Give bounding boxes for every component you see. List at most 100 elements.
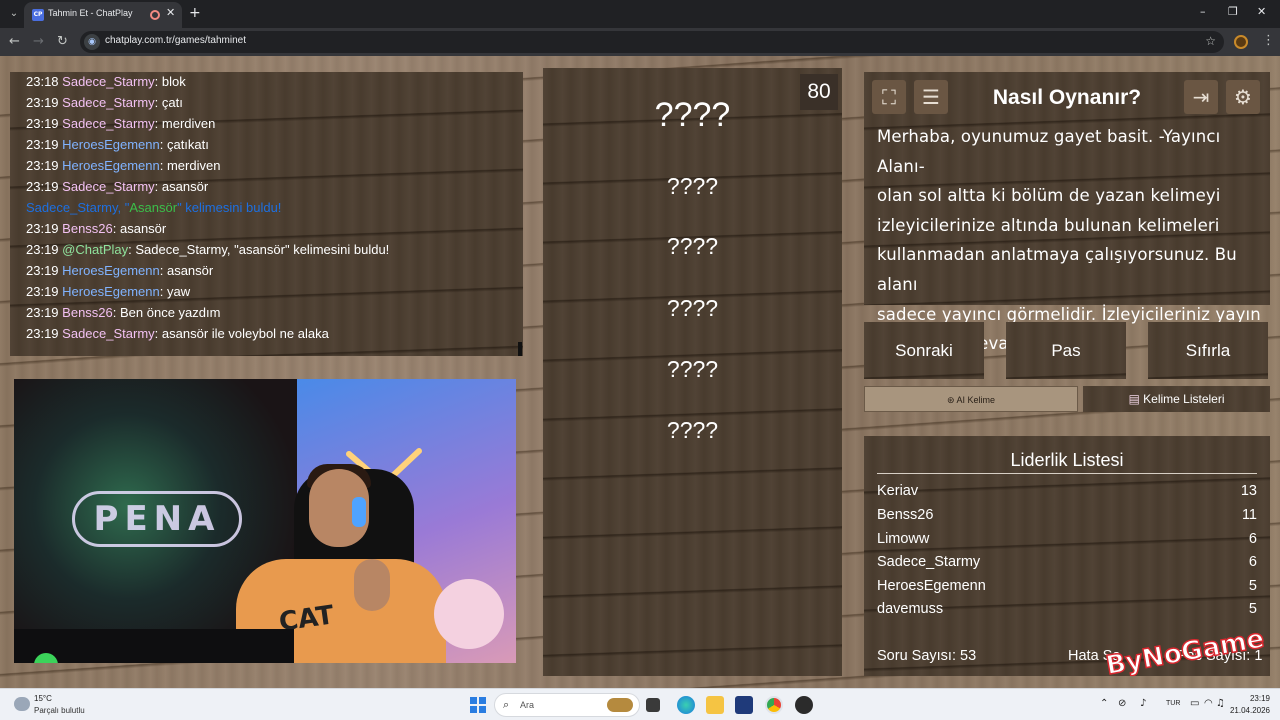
forward-icon[interactable]: → (33, 34, 44, 49)
message-text: : blok (154, 74, 186, 89)
url-text[interactable]: chatplay.com.tr/games/tahminet (105, 35, 246, 46)
system-message: Sadece_Starmy, "Asansör" kelimesini buld… (26, 200, 281, 215)
reset-button[interactable]: Sıfırla (1148, 322, 1268, 379)
bookmark-star-icon[interactable]: ☆ (1205, 34, 1216, 48)
search-placeholder: Ara (520, 700, 535, 710)
divider (877, 473, 1257, 474)
message-username[interactable]: Sadece_Starmy (62, 74, 155, 89)
message-username[interactable]: Sadece_Starmy (62, 95, 155, 110)
next-button[interactable]: Sonraki (864, 322, 984, 379)
chat-message: 23:19 HeroesEgemenn: merdiven (26, 158, 220, 173)
message-text: : Sadece_Starmy, "asansör" kelimesini bu… (128, 242, 390, 257)
player-score: 5 (1248, 578, 1257, 594)
system-message-prefix: Sadece_Starmy, " (26, 200, 130, 215)
message-text: : Ben önce yazdım (112, 305, 221, 320)
help-line: olan sol altta ki bölüm de yazan kelimey… (877, 186, 1221, 206)
chat-message: 23:19 HeroesEgemenn: asansör (26, 263, 213, 278)
exit-icon[interactable]: ⇥ (1184, 80, 1218, 114)
site-info-icon[interactable]: ◉ (84, 34, 100, 50)
message-username[interactable]: HeroesEgemenn (62, 137, 160, 152)
search-highlight-image (607, 698, 633, 712)
weather-temperature[interactable]: 15°C (34, 694, 52, 703)
player-score: 6 (1248, 531, 1257, 547)
chat-message: 23:19 Benss26: Ben önce yazdım (26, 305, 220, 320)
webcam-wall-logo: PENA (72, 491, 242, 547)
menu-kebab-icon[interactable]: ⋮ (1262, 33, 1275, 48)
message-username[interactable]: Sadece_Starmy (62, 179, 155, 194)
wifi-icon[interactable]: ◠ (1204, 698, 1213, 709)
taskbar-search[interactable]: ⌕ Ara (494, 693, 640, 717)
message-text: : asansör ile voleybol ne alaka (154, 326, 329, 341)
language-indicator[interactable]: TUR (1166, 700, 1180, 707)
weather-cloud-icon[interactable] (14, 697, 30, 711)
player-score: 6 (1248, 554, 1257, 570)
address-bar[interactable]: ◉ chatplay.com.tr/games/tahminet ☆ (80, 31, 1224, 53)
window-close-button[interactable]: ✕ (1257, 5, 1266, 18)
pass-button[interactable]: Pas (1006, 322, 1126, 379)
new-tab-button[interactable]: + (189, 5, 201, 21)
network-off-icon[interactable]: ⊘ (1118, 698, 1126, 709)
display-icon[interactable]: ▭ (1190, 698, 1199, 709)
store-icon[interactable] (735, 696, 753, 714)
microphone-icon[interactable]: ♪ (1140, 698, 1146, 709)
message-username[interactable]: Benss26 (62, 221, 113, 236)
search-icon: ⌕ (503, 698, 510, 711)
message-username[interactable]: @ChatPlay (62, 242, 128, 257)
edge-icon[interactable] (677, 696, 695, 714)
player-name: Keriav (877, 483, 919, 499)
chrome-icon[interactable] (765, 696, 783, 714)
message-time: 23:19 (26, 179, 59, 194)
close-icon[interactable]: ✕ (166, 6, 175, 19)
message-username[interactable]: HeroesEgemenn (62, 284, 160, 299)
back-icon[interactable]: ← (9, 34, 20, 49)
chat-message: 23:19 HeroesEgemenn: çatıkatı (26, 137, 209, 152)
system-message-suffix: " kelimesini buldu! (177, 200, 282, 215)
browser-tab[interactable]: CP Tahmin Et - ChatPlay ✕ (24, 2, 182, 28)
file-explorer-icon[interactable] (706, 696, 724, 714)
forbidden-word-1: ???? (666, 173, 719, 199)
message-username[interactable]: HeroesEgemenn (62, 158, 160, 173)
weather-description[interactable]: Parçalı bulutlu (34, 706, 85, 715)
chevron-up-icon[interactable]: ⌃ (1100, 698, 1108, 709)
clock-date[interactable]: 21.04.2026 (1224, 706, 1270, 715)
tab-title: Tahmin Et - ChatPlay (48, 8, 133, 18)
chat-message: 23:19 Sadece_Starmy: merdiven (26, 116, 215, 131)
player-name: davemuss (877, 601, 944, 617)
profile-avatar-icon[interactable] (1234, 35, 1248, 49)
task-view-icon[interactable] (646, 698, 660, 712)
browser-toolbar: ← → ↻ ◉ chatplay.com.tr/games/tahminet ☆ (0, 28, 1280, 56)
message-text: : asansör (159, 263, 214, 278)
settings-gear-icon[interactable]: ⚙ (1226, 80, 1260, 114)
chat-message: 23:18 Sadece_Starmy: blok (26, 74, 186, 89)
message-username[interactable]: HeroesEgemenn (62, 263, 160, 278)
player-name: Sadece_Starmy (877, 554, 981, 570)
leaderboard-row: Sadece_Starmy 6 (877, 554, 1257, 576)
leaderboard-row: HeroesEgemenn 5 (877, 578, 1257, 600)
word-lists-tab-label: Kelime Listeleri (1143, 392, 1225, 406)
obs-icon[interactable] (795, 696, 813, 714)
word-lists-tab[interactable]: ▤ Kelime Listeleri (1083, 386, 1270, 412)
chat-message: 23:19 Sadece_Starmy: çatı (26, 95, 183, 110)
player-name: Limoww (877, 531, 930, 547)
message-username[interactable]: Sadece_Starmy (62, 116, 155, 131)
message-time: 23:19 (26, 158, 59, 173)
message-username[interactable]: Benss26 (62, 305, 113, 320)
game-page: 23:18 Sadece_Starmy: blok 23:19 Sadece_St… (0, 56, 1280, 688)
player-name: HeroesEgemenn (877, 578, 986, 594)
countdown-timer: 80 (800, 74, 838, 110)
minimize-button[interactable]: – (1200, 5, 1206, 18)
message-username[interactable]: Sadece_Starmy (62, 326, 155, 341)
player-score: 13 (1240, 483, 1257, 499)
recording-icon (150, 10, 160, 20)
windows-start-icon[interactable] (469, 696, 487, 714)
tab-search-icon[interactable]: ⌄ (6, 6, 22, 22)
player-name: Benss26 (877, 507, 934, 523)
target-word: ???? (654, 96, 731, 134)
ai-word-tab[interactable]: ⊛ AI Kelime (864, 386, 1078, 412)
help-panel: ⛶ ☰ Nasıl Oynanır? ⇥ ⚙ Merhaba, oyunumuz… (864, 72, 1270, 353)
clock-time[interactable]: 23:19 (1234, 694, 1270, 703)
headset (352, 497, 366, 527)
chat-scrollbar[interactable] (518, 342, 522, 356)
maximize-button[interactable]: ❐ (1228, 5, 1238, 18)
reload-icon[interactable]: ↻ (57, 34, 68, 49)
